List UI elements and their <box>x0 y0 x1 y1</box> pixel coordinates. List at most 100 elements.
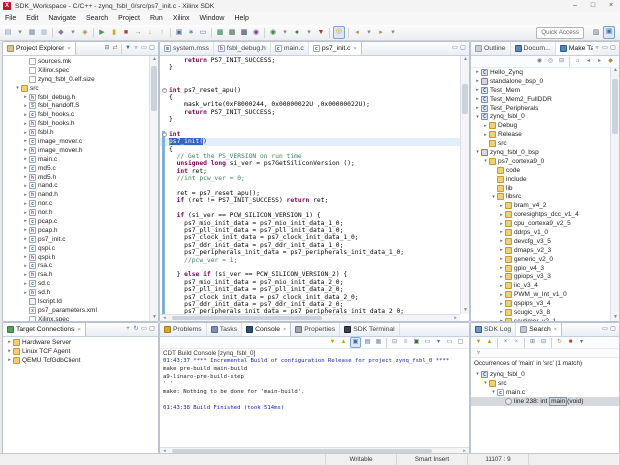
scroll-right-icon[interactable]: ▸ <box>451 315 460 322</box>
collapsed-arrow-icon[interactable]: ▸ <box>22 236 29 242</box>
minimize-icon[interactable]: ▭ <box>601 325 609 334</box>
collapsed-arrow-icon[interactable]: ▸ <box>498 203 505 209</box>
maximize-icon[interactable]: ▢ <box>148 325 156 334</box>
tab-fsbl-debug-h[interactable]: hfsbl_debug.h <box>214 42 271 55</box>
tree-item[interactable]: ▸CHello_Zynq <box>471 68 610 77</box>
tab-tasks[interactable]: Tasks <box>207 323 242 336</box>
tree-item[interactable]: ▸hsd.h <box>3 288 149 297</box>
search-view-menu-icon[interactable]: ▾ <box>577 338 586 347</box>
link-with-editor-icon[interactable]: ⇄ <box>111 44 119 53</box>
filter-targets-icon[interactable]: ◎ <box>546 57 555 66</box>
tree-item[interactable]: ▾zynq_fsbl_0_bsp <box>471 148 610 157</box>
scroll-lock-icon[interactable]: ⊟ <box>390 338 399 347</box>
tree-item[interactable]: zynq_fsbl_0.elf.size <box>3 75 149 84</box>
forward-menu-icon[interactable]: ▾ <box>388 27 398 38</box>
tree-item[interactable]: ▸hfsbl_hooks.h <box>3 119 149 128</box>
collapsed-arrow-icon[interactable]: ▸ <box>22 192 29 198</box>
run-search-again-icon[interactable]: ↻ <box>555 338 564 347</box>
collapsed-arrow-icon[interactable]: ▸ <box>22 156 29 162</box>
tab-make-ta[interactable]: Make Ta...× <box>556 42 593 55</box>
debug-icon[interactable]: ◉ <box>268 27 278 38</box>
save-icon[interactable]: ▦ <box>27 27 37 38</box>
tree-item[interactable]: ▸iic_v3_4 <box>471 281 610 290</box>
step-into-icon[interactable]: ↓ <box>145 27 155 38</box>
tree-item[interactable]: ▸hfsbl_debug.h <box>3 93 149 102</box>
menu-file[interactable]: File <box>0 12 21 25</box>
build-all-icon[interactable]: ◆ <box>56 27 66 38</box>
suspend-icon[interactable]: ▮ <box>109 27 119 38</box>
debug-menu-icon[interactable]: ▾ <box>280 27 290 38</box>
tree-item[interactable]: ▾src <box>3 84 149 93</box>
tree-item[interactable]: ▸cmd5.c <box>3 164 149 173</box>
tree-item[interactable]: ▸bram_v4_2 <box>471 201 610 210</box>
tree-item[interactable]: ▸cps7_init.c <box>3 235 149 244</box>
tree-item[interactable]: lib <box>471 184 610 193</box>
tree-item[interactable]: ▸cpu_cortexa9_v2_5 <box>471 219 610 228</box>
launch-vivado-icon[interactable]: ◉ <box>251 27 261 38</box>
tree-item[interactable]: ▸Release <box>471 130 610 139</box>
open-console-menu-icon[interactable]: ▾ <box>434 338 443 347</box>
external-tools-icon[interactable]: ▼ <box>316 27 326 38</box>
collapsed-arrow-icon[interactable]: ▸ <box>6 348 13 354</box>
tree-item[interactable]: ▸CTest_Mem <box>471 86 610 95</box>
collapsed-arrow-icon[interactable]: ▸ <box>22 165 29 171</box>
collapsed-arrow-icon[interactable]: ▸ <box>498 292 505 298</box>
expanded-arrow-icon[interactable]: ▾ <box>490 389 497 395</box>
collapsed-arrow-icon[interactable]: ▸ <box>22 245 29 251</box>
collapsed-arrow-icon[interactable]: ▸ <box>22 138 29 144</box>
resume-icon[interactable]: ▶ <box>97 27 107 38</box>
collapsed-arrow-icon[interactable]: ▸ <box>498 221 505 227</box>
toggle-console-icon[interactable]: ▭ <box>198 27 208 38</box>
back-menu-icon[interactable]: ▾ <box>364 27 374 38</box>
collapsed-arrow-icon[interactable]: ▸ <box>22 218 29 224</box>
menu-window[interactable]: Window <box>195 12 230 25</box>
tree-item[interactable]: ▸hpcap.h <box>3 226 149 235</box>
collapsed-arrow-icon[interactable]: ▸ <box>22 201 29 207</box>
tree-item[interactable]: ▸devcfg_v3_5 <box>471 237 610 246</box>
collapsed-arrow-icon[interactable]: ▸ <box>498 301 505 307</box>
tree-item[interactable]: Xilinx.spec <box>3 315 149 321</box>
tree-item[interactable]: ▾Czynq_fsbl_0 <box>471 370 619 379</box>
tree-item[interactable]: ▾libsrc <box>471 192 610 201</box>
show-on-output-icon[interactable]: ▣ <box>350 337 361 348</box>
expanded-arrow-icon[interactable]: ▾ <box>474 149 481 155</box>
collapsed-arrow-icon[interactable]: ▸ <box>474 87 481 93</box>
hide-inactive-icon[interactable]: ◉ <box>535 57 544 66</box>
fold-collapse-icon[interactable]: − <box>162 132 167 137</box>
tree-item[interactable]: sources.mk <box>3 57 149 66</box>
tree-item[interactable]: ▾Czynq_fsbl_0 <box>471 112 610 121</box>
tab-properties[interactable]: Properties <box>291 323 340 336</box>
terminate-icon[interactable]: ■ <box>121 27 131 38</box>
tree-item[interactable]: xps7_parameters.xml <box>3 306 149 315</box>
new-launch-icon[interactable]: ◈ <box>80 27 90 38</box>
prev-console-icon[interactable]: ▲ <box>339 338 348 347</box>
prev-match-icon[interactable]: ▲ <box>485 338 494 347</box>
tree-item[interactable]: ▸Hardware Server <box>3 338 158 347</box>
forward-icon[interactable]: ▸ <box>595 57 604 66</box>
search-history-icon[interactable]: ▿ <box>474 349 483 358</box>
run-icon[interactable]: ● <box>292 27 302 38</box>
collapsed-arrow-icon[interactable]: ▸ <box>498 265 505 271</box>
maximize-icon[interactable]: ▢ <box>456 338 465 347</box>
run-menu-icon[interactable]: ▾ <box>304 27 314 38</box>
collapse-all-icon[interactable]: ⊟ <box>557 57 566 66</box>
collapsed-arrow-icon[interactable]: ▸ <box>22 263 29 269</box>
collapsed-arrow-icon[interactable]: ▸ <box>6 339 13 345</box>
filter-icon[interactable]: ▼ <box>124 44 132 53</box>
program-flash-icon[interactable]: ▩ <box>227 27 237 38</box>
forward-icon[interactable]: ▸ <box>376 27 386 38</box>
tree-item[interactable]: ▸CTest_Mem2_FullDDR <box>471 95 610 104</box>
remove-match-icon[interactable]: × <box>501 338 510 347</box>
collapsed-arrow-icon[interactable]: ▸ <box>22 112 29 118</box>
collapse-all-icon[interactable]: ⊟ <box>539 338 548 347</box>
tree-item[interactable]: ▸hfsbl.h <box>3 128 149 137</box>
tree-item[interactable]: ▾src <box>471 379 619 388</box>
sdk-terminal-icon[interactable]: ▩ <box>239 27 249 38</box>
collapsed-arrow-icon[interactable]: ▸ <box>498 229 505 235</box>
tree-item[interactable]: ▸Linux TCF Agent <box>3 347 158 356</box>
tree-item[interactable]: ▸cnand.c <box>3 181 149 190</box>
maximize-icon[interactable]: ▢ <box>148 44 156 53</box>
tree-item[interactable]: ▸cnor.c <box>3 199 149 208</box>
collapsed-arrow-icon[interactable]: ▸ <box>22 254 29 260</box>
search-icon[interactable]: ∗ <box>186 27 196 38</box>
